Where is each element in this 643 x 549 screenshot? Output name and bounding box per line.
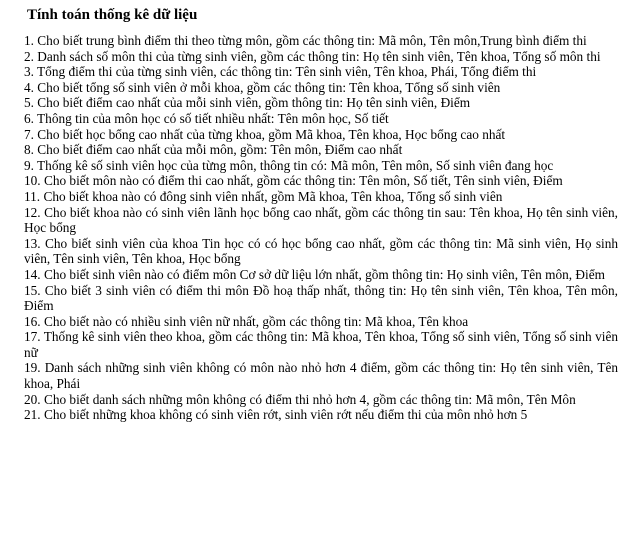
list-item: 6. Thông tin của môn học có số tiết nhiề…	[24, 110, 389, 126]
list-item: 15. Cho biết 3 sinh viên có điểm thi môn…	[24, 282, 618, 314]
list-item: 4. Cho biết tổng số sinh viên ở mỗi khoa…	[24, 79, 501, 95]
page-title: Tính toán thống kê dữ liệu	[27, 7, 198, 23]
document-page: Tính toán thống kê dữ liệu 1. Cho biết t…	[0, 0, 643, 549]
list-item: 2. Danh sách số môn thi của từng sinh vi…	[24, 48, 601, 64]
list-item: 19. Danh sách những sinh viên không có m…	[24, 360, 618, 392]
list-item: 7. Cho biết học bổng cao nhất của từng k…	[24, 126, 506, 142]
list-item: 17. Thống kê sinh viên theo khoa, gồm cá…	[24, 329, 618, 360]
list-item: 5. Cho biết điểm cao nhất của mỗi sinh v…	[24, 95, 471, 111]
list-item: 8. Cho biết điểm cao nhất của mỗi môn, g…	[24, 142, 403, 158]
list-item: 3. Tổng điểm thi của từng sinh viên, các…	[24, 64, 537, 80]
list-item: 13. Cho biết sinh viên của khoa Tin học …	[24, 235, 618, 267]
list-item: 12. Cho biết khoa nào có sinh viên lãnh …	[24, 204, 618, 236]
list-item: 11. Cho biết khoa nào có đông sinh viên …	[24, 188, 503, 204]
list-item: 21. Cho biết những khoa không có sinh vi…	[24, 407, 528, 423]
list-item: 16. Cho biết nào có nhiều sinh viên nữ n…	[24, 313, 469, 329]
list-item: 9. Thống kê số sinh viên học của từng mô…	[24, 157, 554, 173]
list-item: 14. Cho biết sinh viên nào có điểm môn C…	[24, 266, 605, 282]
list-item: 20. Cho biết danh sách những môn không c…	[24, 391, 576, 407]
list-item: 1. Cho biết trung bình điểm thi theo từn…	[24, 33, 587, 48]
list-item: 10. Cho biết môn nào có điểm thi cao nhấ…	[24, 173, 563, 189]
task-list: 1. Cho biết trung bình điểm thi theo từn…	[24, 33, 618, 423]
document-body: Tính toán thống kê dữ liệu 1. Cho biết t…	[0, 0, 643, 423]
